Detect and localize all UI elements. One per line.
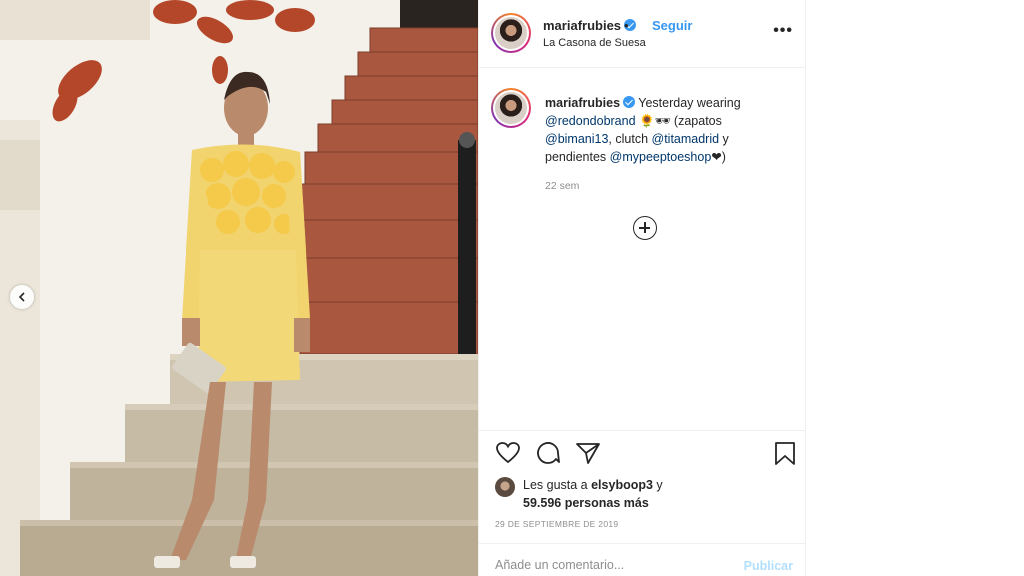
post-time[interactable]: 22 sem [545,180,579,192]
caption-text: mariafrubies Yesterday wearing @redondob… [545,94,781,166]
caption-part: Yesterday wearing [635,96,741,110]
comment-input[interactable] [495,558,715,572]
caption-username[interactable]: mariafrubies [545,96,620,110]
mention-link[interactable]: @titamadrid [652,132,720,146]
mention-link[interactable]: @redondobrand [545,114,636,128]
comment-icon[interactable] [535,441,561,465]
add-icon[interactable] [633,216,657,240]
avatar[interactable] [491,13,531,53]
location-link[interactable]: La Casona de Suesa [543,37,646,49]
page-background [806,0,1024,576]
post-username[interactable]: mariafrubies [543,18,637,33]
caption-avatar[interactable] [491,88,531,128]
mention-link[interactable]: @bimani13 [545,132,608,146]
bookmark-icon[interactable] [773,441,797,467]
liker-username[interactable]: elsyboop3 [591,478,653,492]
likes-summary: Les gusta a elsyboop3 y 59.596 personas … [523,476,663,512]
separator-dot: • [624,18,629,33]
likes-prefix: Les gusta a [523,478,592,492]
more-options-button[interactable]: ••• [773,22,793,40]
publish-button[interactable]: Publicar [744,559,793,573]
verified-icon [623,96,636,108]
mention-link[interactable]: @mypeeptoeshop [610,150,712,164]
caption-part: 🌻🕶 (zapatos [635,114,722,128]
username-link[interactable]: mariafrubies [543,18,621,33]
likes-mid: y [652,478,663,492]
actions-section: Les gusta a elsyboop3 y 59.596 personas … [479,430,805,576]
previous-photo-button[interactable] [10,285,34,309]
caption-part: , clutch [608,132,652,146]
liker-avatar[interactable] [495,477,515,497]
post-header: mariafrubies • Seguir La Casona de Suesa… [479,0,805,68]
photo-image [0,0,478,576]
heart-icon[interactable] [495,441,521,465]
chevron-left-icon [18,292,25,302]
post-date[interactable]: 29 DE SEPTIEMBRE DE 2019 [495,519,618,529]
share-icon[interactable] [575,441,601,465]
caption-part: ❤) [711,150,726,164]
follow-button[interactable]: Seguir [652,18,692,33]
post-details-panel: mariafrubies • Seguir La Casona de Suesa… [478,0,806,576]
post-photo[interactable] [0,0,478,576]
likes-count[interactable]: 59.596 personas más [523,496,649,510]
add-comment-bar: Publicar [479,543,805,576]
